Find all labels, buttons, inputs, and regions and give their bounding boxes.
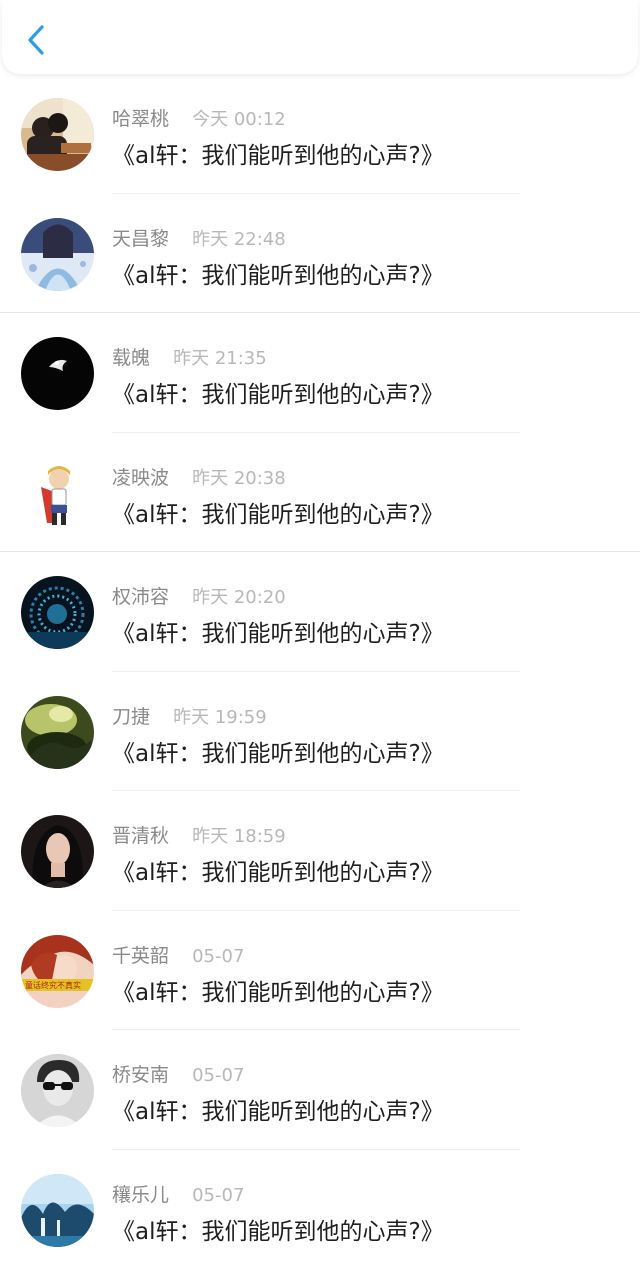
sender-name: 权沛容 bbox=[112, 586, 170, 608]
message-time: 昨天 19:59 bbox=[173, 706, 267, 728]
message-meta: 刀捷 昨天 19:59 bbox=[112, 702, 267, 728]
message-time: 昨天 18:59 bbox=[192, 826, 286, 847]
message-list-page: 哈翠桃 今天 00:12 《al轩：我们能听到他的心声?》 天昌黎 昨天 22:… bbox=[0, 0, 640, 1266]
message-time: 05-07 bbox=[192, 1065, 245, 1086]
message-time: 昨天 20:20 bbox=[192, 587, 286, 608]
list-item[interactable]: 载魄 昨天 21:35 《al轩：我们能听到他的心声?》 bbox=[0, 313, 640, 433]
message-meta: 哈翠桃 今天 00:12 bbox=[112, 104, 286, 130]
message-meta: 桥安南 05-07 bbox=[112, 1060, 244, 1086]
avatar[interactable] bbox=[21, 1054, 94, 1127]
message-list: 哈翠桃 今天 00:12 《al轩：我们能听到他的心声?》 天昌黎 昨天 22:… bbox=[0, 74, 640, 1266]
message-time: 05-07 bbox=[192, 945, 245, 967]
message-text: 《al轩：我们能听到他的心声?》 bbox=[112, 382, 444, 408]
list-item[interactable]: 童话终究不真实 千英韶 05-07 《al轩：我们能听到他的心声?》 bbox=[0, 911, 640, 1030]
message-time: 昨天 21:35 bbox=[173, 348, 267, 369]
chevron-left-icon bbox=[28, 25, 44, 55]
avatar[interactable] bbox=[21, 98, 94, 171]
list-item[interactable]: 天昌黎 昨天 22:48 《al轩：我们能听到他的心声?》 bbox=[0, 194, 640, 313]
avatar[interactable] bbox=[21, 217, 94, 291]
sender-name: 穰乐儿 bbox=[112, 1183, 170, 1206]
message-text: 《al轩：我们能听到他的心声?》 bbox=[112, 740, 444, 767]
sender-name: 刀捷 bbox=[112, 705, 151, 728]
message-text: 《al轩：我们能听到他的心声?》 bbox=[112, 1099, 444, 1125]
list-item[interactable]: 桥安南 05-07 《al轩：我们能听到他的心声?》 bbox=[0, 1030, 640, 1150]
list-item[interactable]: 凌映波 昨天 20:38 《al轩：我们能听到他的心声?》 bbox=[0, 433, 640, 552]
message-meta: 天昌黎 昨天 22:48 bbox=[112, 224, 286, 250]
message-time: 今天 00:12 bbox=[192, 109, 286, 130]
message-meta: 穰乐儿 05-07 bbox=[112, 1180, 244, 1206]
back-button[interactable] bbox=[20, 20, 54, 60]
message-meta: 载魄 昨天 21:35 bbox=[112, 343, 267, 369]
message-time: 昨天 22:48 bbox=[192, 228, 286, 250]
message-meta: 千英韶 05-07 bbox=[112, 941, 244, 967]
list-item[interactable]: 刀捷 昨天 19:59 《al轩：我们能听到他的心声?》 bbox=[0, 672, 640, 791]
message-text: 《al轩：我们能听到他的心声?》 bbox=[112, 1218, 444, 1245]
message-text: 《al轩：我们能听到他的心声?》 bbox=[112, 262, 444, 289]
avatar[interactable] bbox=[21, 1173, 94, 1247]
avatar[interactable] bbox=[21, 337, 94, 410]
message-meta: 权沛容 昨天 20:20 bbox=[112, 582, 286, 608]
message-meta: 凌映波 昨天 20:38 bbox=[112, 463, 286, 489]
avatar[interactable] bbox=[21, 815, 94, 888]
message-text: 《al轩：我们能听到他的心声?》 bbox=[112, 860, 444, 886]
message-text: 《al轩：我们能听到他的心声?》 bbox=[112, 979, 444, 1006]
avatar[interactable] bbox=[21, 576, 94, 649]
message-text: 《al轩：我们能听到他的心声?》 bbox=[112, 501, 444, 528]
message-text: 《al轩：我们能听到他的心声?》 bbox=[112, 143, 444, 169]
message-time: 昨天 20:38 bbox=[192, 467, 286, 489]
message-meta: 晋清秋 昨天 18:59 bbox=[112, 821, 286, 847]
sender-name: 载魄 bbox=[112, 347, 151, 369]
sender-name: 晋清秋 bbox=[112, 825, 170, 847]
avatar[interactable]: 童话终究不真实 bbox=[21, 934, 94, 1008]
avatar[interactable] bbox=[21, 456, 94, 530]
message-time: 05-07 bbox=[192, 1184, 245, 1206]
message-text: 《al轩：我们能听到他的心声?》 bbox=[112, 621, 444, 647]
sender-name: 千英韶 bbox=[112, 944, 170, 967]
sender-name: 桥安南 bbox=[112, 1064, 170, 1086]
avatar[interactable] bbox=[21, 695, 94, 769]
list-item[interactable]: 晋清秋 昨天 18:59 《al轩：我们能听到他的心声?》 bbox=[0, 791, 640, 911]
sender-name: 天昌黎 bbox=[112, 227, 170, 250]
sender-name: 凌映波 bbox=[112, 466, 170, 489]
top-navigation-bar bbox=[2, 0, 638, 74]
avatar-caption: 童话终究不真实 bbox=[25, 980, 81, 990]
list-item[interactable]: 权沛容 昨天 20:20 《al轩：我们能听到他的心声?》 bbox=[0, 552, 640, 672]
sender-name: 哈翠桃 bbox=[112, 108, 170, 130]
list-item[interactable]: 哈翠桃 今天 00:12 《al轩：我们能听到他的心声?》 bbox=[0, 74, 640, 194]
list-item[interactable]: 穰乐儿 05-07 《al轩：我们能听到他的心声?》 bbox=[0, 1150, 640, 1266]
